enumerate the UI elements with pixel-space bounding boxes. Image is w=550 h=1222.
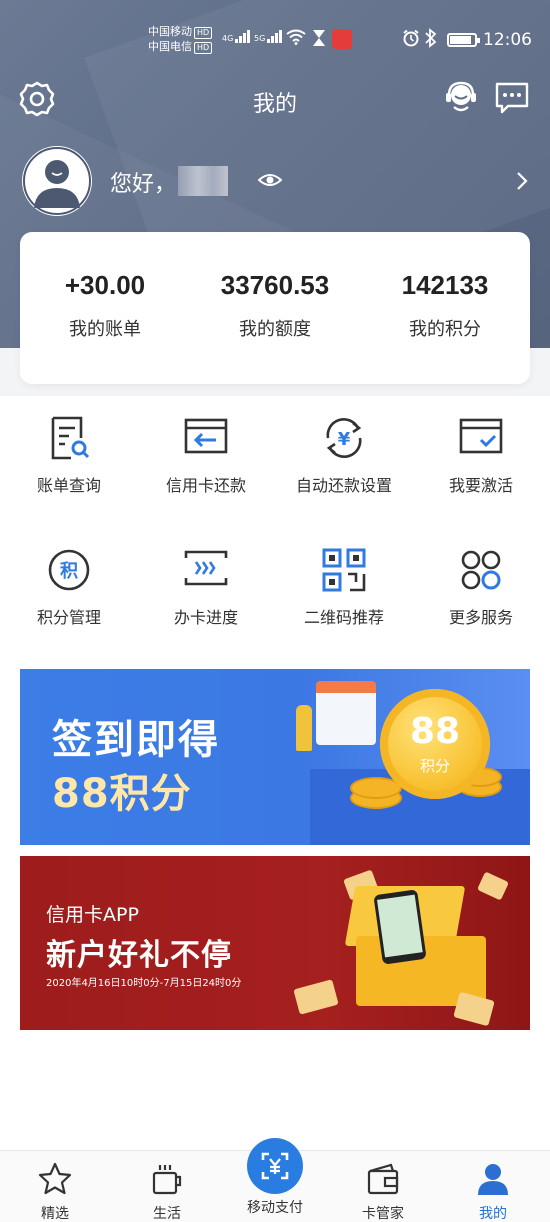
bluetooth-icon: [425, 28, 437, 48]
service-points[interactable]: 积 积分管理: [0, 546, 138, 628]
app-notification-icon: [332, 29, 352, 49]
coin-unit: 积分: [419, 757, 450, 775]
battery-icon: [447, 33, 480, 47]
tab-featured[interactable]: 精选: [0, 1151, 110, 1222]
service-auto-repay[interactable]: ¥ 自动还款设置: [275, 414, 413, 496]
account-summary-card: +30.00 我的账单 33760.53 我的额度 142133 我的积分: [20, 232, 530, 384]
tab-label: 生活: [153, 1206, 181, 1222]
person-illustration: [296, 705, 312, 751]
mobile-pay-button[interactable]: [247, 1138, 303, 1194]
stat-label: 我的积分: [409, 319, 481, 340]
stat-value: 33760.53: [220, 270, 330, 300]
hd-badge: HD: [194, 42, 213, 54]
services-grid: 账单查询 信用卡还款 ¥ 自动还款设置 我要激活 积 积分管理 办卡进度 二维码…: [0, 396, 550, 652]
profile-row[interactable]: 您好，: [22, 146, 532, 216]
more-services-icon: [461, 550, 501, 590]
carrier-info: 中国移动 HD 中国电信 HD: [148, 24, 213, 54]
calendar-illustration: [316, 681, 376, 745]
tab-label: 我的: [479, 1206, 507, 1222]
service-label: 我要激活: [448, 476, 513, 495]
stat-value: 142133: [401, 270, 489, 300]
avatar[interactable]: [22, 146, 92, 216]
wallet-icon: [367, 1163, 399, 1195]
hd-badge: HD: [194, 27, 213, 39]
bill-query-icon: [51, 416, 90, 460]
service-label: 办卡进度: [173, 608, 238, 627]
stat-value: +30.00: [64, 270, 146, 300]
ticket-decoration: [293, 979, 339, 1015]
signal-5g-icon: 5G: [254, 30, 283, 43]
points-glyph: 积: [60, 561, 78, 582]
checkin-banner[interactable]: 签到即得 88积分 88 积分: [20, 669, 530, 845]
tab-life[interactable]: 生活: [112, 1151, 222, 1222]
stat-bill[interactable]: +30.00 我的账单: [20, 270, 190, 341]
service-activate[interactable]: 我要激活: [412, 414, 550, 496]
service-label: 账单查询: [36, 476, 101, 495]
service-qr-recommend[interactable]: 二维码推荐: [275, 546, 413, 628]
service-label: 自动还款设置: [295, 476, 392, 495]
service-label: 信用卡还款: [165, 476, 246, 495]
title-bar: 我的: [0, 76, 550, 126]
yuan-glyph: ¥: [338, 429, 351, 450]
tab-label: 卡管家: [362, 1206, 404, 1222]
banner-kicker: 信用卡APP: [46, 904, 139, 926]
banner-date-range: 2020年4月16日10时0分-7月15日24时0分: [46, 978, 242, 989]
star-icon: [38, 1162, 72, 1195]
status-time: 12:06: [483, 30, 532, 50]
points-icon: 积: [48, 549, 90, 591]
ticket-decoration: [453, 991, 495, 1027]
banner-subtitle: 88积分: [52, 771, 192, 817]
service-label: 二维码推荐: [303, 608, 384, 627]
service-card-repay[interactable]: 信用卡还款: [137, 414, 275, 496]
tab-mine[interactable]: 我的: [438, 1151, 548, 1222]
chevron-right-icon[interactable]: [514, 168, 530, 194]
tab-label: 精选: [41, 1206, 69, 1222]
tab-label-mobile-pay[interactable]: 移动支付: [228, 1197, 322, 1217]
network-type-label: 4G: [222, 34, 234, 43]
banner-title: 新户好礼不停: [46, 938, 232, 973]
service-progress[interactable]: 办卡进度: [137, 546, 275, 628]
coin-number: 88: [409, 711, 461, 752]
auto-repay-icon: ¥: [326, 418, 362, 458]
hourglass-icon: [313, 30, 325, 46]
stat-label: 我的额度: [239, 319, 311, 340]
tab-card-manager[interactable]: 卡管家: [328, 1151, 438, 1222]
signal-4g-icon: 4G: [222, 30, 251, 43]
service-more[interactable]: 更多服务: [412, 546, 550, 628]
ticket-decoration: [476, 871, 510, 901]
stat-label: 我的账单: [69, 319, 141, 340]
stat-credit-limit[interactable]: 33760.53 我的额度: [190, 270, 360, 341]
card-repay-icon: [184, 418, 228, 454]
status-bar: 中国移动 HD 中国电信 HD 4G 5G 12:06: [0, 20, 550, 60]
scan-pay-icon: [261, 1152, 289, 1180]
customer-service-icon[interactable]: [444, 80, 478, 114]
person-icon: [478, 1164, 508, 1195]
coffee-cup-icon: [152, 1165, 182, 1195]
service-label: 积分管理: [36, 608, 101, 627]
banner-title: 签到即得: [52, 717, 220, 763]
service-label: 更多服务: [448, 608, 513, 627]
progress-icon: [184, 550, 228, 586]
masked-username: [178, 166, 228, 196]
message-icon[interactable]: [494, 80, 530, 116]
eye-icon[interactable]: [258, 170, 282, 190]
greeting-text: 您好，: [110, 172, 177, 197]
service-bill-query[interactable]: 账单查询: [0, 414, 138, 496]
activate-card-icon: [459, 418, 503, 454]
wifi-icon: [286, 29, 306, 45]
qr-code-icon: [322, 548, 366, 592]
points-coin: 88 积分: [380, 689, 490, 799]
stat-points[interactable]: 142133 我的积分: [360, 270, 530, 341]
alarm-icon: [403, 29, 419, 47]
carrier-2: 中国电信: [148, 40, 192, 53]
user-avatar-icon: [23, 147, 91, 215]
carrier-1: 中国移动: [148, 25, 192, 38]
network-type-label: 5G: [254, 34, 266, 43]
new-user-banner[interactable]: 信用卡APP 新户好礼不停 2020年4月16日10时0分-7月15日24时0分: [20, 856, 530, 1030]
